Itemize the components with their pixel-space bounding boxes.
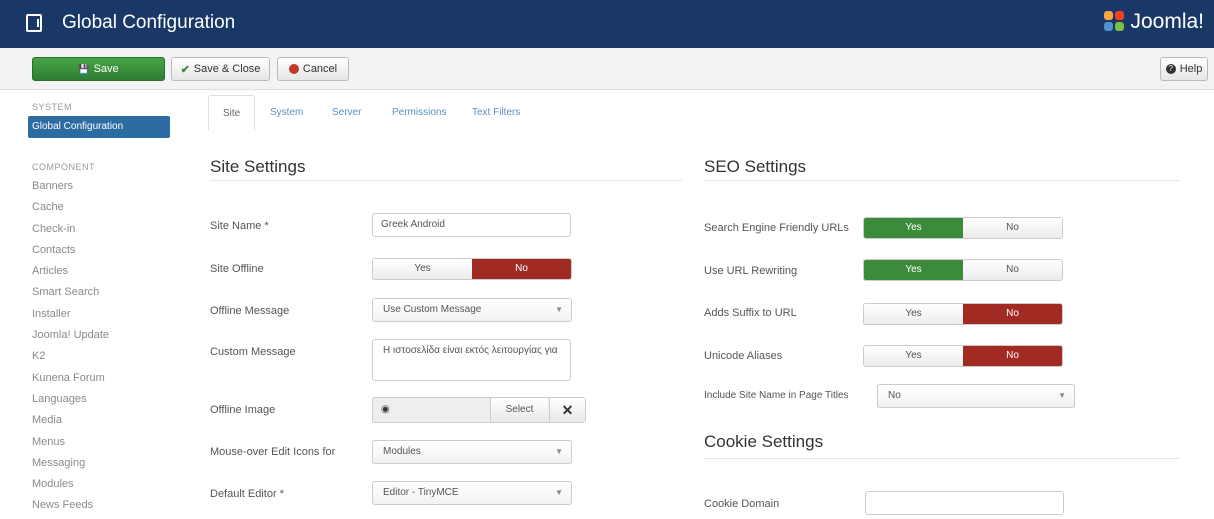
tab-system[interactable]: System	[270, 95, 303, 131]
site-settings-divider	[210, 180, 682, 181]
sidebar-item-messaging[interactable]: Messaging	[32, 453, 170, 474]
unicode-aliases-no[interactable]: No	[963, 346, 1062, 366]
site-name-titles-label: Include Site Name in Page Titles	[704, 390, 849, 401]
sidebar-item-menus[interactable]: Menus	[32, 432, 170, 453]
sidebar-item-contacts[interactable]: Contacts	[32, 240, 170, 261]
chevron-down-icon: ▼	[1058, 391, 1066, 400]
seo-settings-divider	[704, 180, 1180, 181]
chevron-down-icon: ▼	[555, 447, 563, 456]
help-icon: ?	[1165, 64, 1176, 74]
url-rewriting-label: Use URL Rewriting	[704, 265, 798, 277]
site-name-label: Site Name *	[210, 220, 269, 232]
sidebar-heading-system: SYSTEM	[32, 102, 73, 112]
offline-image-select-button[interactable]: Select	[490, 398, 548, 422]
config-tabs: Site System Server Permissions Text Filt…	[208, 95, 968, 131]
cancel-button[interactable]: Cancel	[277, 57, 349, 81]
custom-message-label: Custom Message	[210, 346, 296, 358]
config-icon	[26, 14, 42, 32]
sef-urls-toggle[interactable]: Yes No	[863, 217, 1063, 239]
sidebar-item-global-configuration[interactable]: Global Configuration	[28, 116, 170, 138]
cancel-button-label: Cancel	[302, 63, 338, 75]
site-name-input[interactable]: Greek Android	[372, 213, 571, 237]
sidebar-item-joomla-update[interactable]: Joomla! Update	[32, 325, 170, 346]
mouseover-select[interactable]: Modules ▼	[372, 440, 572, 464]
offline-image-field: ◉ Select ✕	[372, 397, 586, 423]
tab-text-filters[interactable]: Text Filters	[472, 95, 520, 131]
save-button[interactable]: 💾 Save	[32, 57, 165, 81]
url-suffix-toggle[interactable]: Yes No	[863, 303, 1063, 325]
url-rewriting-no[interactable]: No	[963, 260, 1062, 280]
mouseover-label: Mouse-over Edit Icons for	[210, 446, 336, 458]
sidebar-item-kunena-forum[interactable]: Kunena Forum	[32, 368, 170, 389]
tab-site[interactable]: Site	[208, 95, 256, 131]
mouseover-value: Modules	[383, 446, 421, 457]
sidebar-item-articles[interactable]: Articles	[32, 261, 170, 282]
url-rewriting-yes[interactable]: Yes	[864, 260, 963, 280]
app-header: Global Configuration Joomla!	[0, 0, 1214, 48]
save-close-button-label: Save & Close	[193, 63, 261, 75]
url-suffix-no[interactable]: No	[963, 304, 1062, 324]
url-suffix-yes[interactable]: Yes	[864, 304, 963, 324]
site-offline-no[interactable]: No	[472, 259, 571, 279]
help-button-label: Help	[1179, 63, 1203, 75]
cookie-settings-title: Cookie Settings	[704, 432, 824, 451]
cookie-settings-divider	[704, 458, 1180, 459]
sef-urls-label: Search Engine Friendly URLs	[704, 222, 849, 234]
site-offline-toggle[interactable]: Yes No	[372, 258, 572, 280]
sidebar-item-modules[interactable]: Modules	[32, 474, 170, 495]
chevron-down-icon: ▼	[555, 488, 563, 497]
sidebar-item-installer[interactable]: Installer	[32, 304, 170, 325]
offline-message-select[interactable]: Use Custom Message ▼	[372, 298, 572, 322]
default-editor-label: Default Editor *	[210, 488, 284, 500]
site-name-titles-select[interactable]: No ▼	[877, 384, 1075, 408]
sidebar-item-media[interactable]: Media	[32, 410, 170, 431]
toolbar: 💾 Save ✔ Save & Close Cancel ? Help	[0, 48, 1214, 90]
sidebar-heading-component: COMPONENT	[32, 162, 95, 172]
sidebar-item-smart-search[interactable]: Smart Search	[32, 282, 170, 303]
sef-urls-yes[interactable]: Yes	[864, 218, 963, 238]
offline-image-label: Offline Image	[210, 404, 276, 416]
sidebar-item-banners[interactable]: Banners	[32, 176, 170, 197]
offline-message-label: Offline Message	[210, 305, 290, 317]
site-offline-label: Site Offline	[210, 263, 264, 275]
eye-icon[interactable]: ◉	[381, 404, 390, 415]
sef-urls-no[interactable]: No	[963, 218, 1062, 238]
tab-permissions[interactable]: Permissions	[392, 95, 446, 131]
url-rewriting-toggle[interactable]: Yes No	[863, 259, 1063, 281]
sidebar: SYSTEM Global Configuration COMPONENT Ba…	[28, 98, 170, 517]
page-title: Global Configuration	[62, 12, 236, 33]
default-editor-select[interactable]: Editor - TinyMCE ▼	[372, 481, 572, 505]
cancel-icon	[288, 64, 299, 74]
sidebar-item-cache[interactable]: Cache	[32, 197, 170, 218]
sidebar-item-news-feeds[interactable]: News Feeds	[32, 495, 170, 516]
url-suffix-label: Adds Suffix to URL	[704, 307, 797, 319]
save-close-button[interactable]: ✔ Save & Close	[171, 57, 270, 81]
default-editor-value: Editor - TinyMCE	[383, 487, 459, 498]
joomla-logo[interactable]: Joomla!	[1104, 10, 1204, 34]
site-offline-yes[interactable]: Yes	[373, 259, 472, 279]
site-name-titles-value: No	[888, 390, 901, 401]
sidebar-item-languages[interactable]: Languages	[32, 389, 170, 410]
tab-server[interactable]: Server	[332, 95, 361, 131]
offline-message-value: Use Custom Message	[383, 304, 482, 315]
chevron-down-icon: ▼	[555, 305, 563, 314]
custom-message-textarea[interactable]: Η ιστοσελίδα είναι εκτός λειτουργίας για	[372, 339, 571, 381]
save-icon: 💾	[78, 63, 90, 74]
cookie-domain-label: Cookie Domain	[704, 498, 780, 510]
joomla-logo-text: Joomla!	[1130, 10, 1204, 33]
unicode-aliases-label: Unicode Aliases	[704, 350, 783, 362]
seo-settings-title: SEO Settings	[704, 157, 807, 176]
joomla-logo-icon	[1104, 11, 1126, 33]
clear-icon[interactable]: ✕	[549, 398, 585, 422]
save-button-label: Save	[93, 63, 119, 75]
check-icon: ✔	[180, 63, 190, 76]
sidebar-item-check-in[interactable]: Check-in	[32, 219, 170, 240]
unicode-aliases-yes[interactable]: Yes	[864, 346, 963, 366]
sidebar-item-k2[interactable]: K2	[32, 346, 170, 367]
cookie-domain-input[interactable]	[865, 491, 1064, 515]
unicode-aliases-toggle[interactable]: Yes No	[863, 345, 1063, 367]
site-settings-title: Site Settings	[210, 157, 306, 176]
help-button[interactable]: ? Help	[1160, 57, 1208, 81]
